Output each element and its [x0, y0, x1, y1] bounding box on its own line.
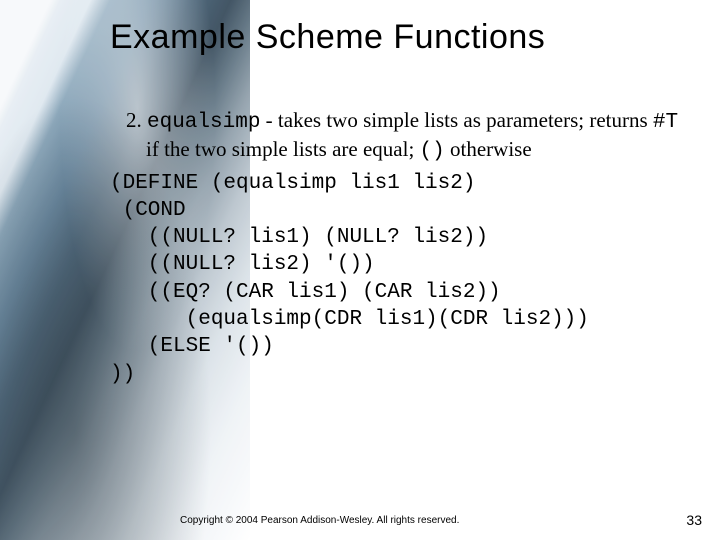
desc-text-3: otherwise	[445, 137, 532, 161]
item-number: 2.	[126, 108, 142, 132]
desc-text-2: if the two simple lists are equal;	[146, 137, 420, 161]
code-line: (equalsimp(CDR lis1)(CDR lis2)))	[110, 308, 589, 331]
function-description: 2. equalsimp - takes two simple lists as…	[110, 107, 690, 166]
code-line: ((NULL? lis1) (NULL? lis2))	[110, 226, 488, 249]
slide: Example Scheme Functions 2. equalsimp - …	[0, 0, 720, 540]
code-line: (ELSE '())	[110, 335, 274, 358]
code-line: (COND	[110, 199, 186, 222]
desc-text-1: - takes two simple lists as parameters; …	[260, 108, 653, 132]
code-line: ))	[110, 363, 135, 386]
code-line: (DEFINE (equalsimp lis1 lis2)	[110, 172, 475, 195]
slide-body: 2. equalsimp - takes two simple lists as…	[110, 107, 690, 388]
code-line: ((EQ? (CAR lis1) (CAR lis2))	[110, 281, 501, 304]
code-line: ((NULL? lis2) '())	[110, 253, 375, 276]
function-name: equalsimp	[147, 111, 260, 134]
true-token: #T	[653, 111, 678, 134]
slide-title: Example Scheme Functions	[110, 18, 690, 57]
empty-list-token: ()	[420, 140, 445, 163]
slide-content: Example Scheme Functions 2. equalsimp - …	[0, 0, 720, 540]
code-block: (DEFINE (equalsimp lis1 lis2) (COND ((NU…	[110, 170, 690, 388]
